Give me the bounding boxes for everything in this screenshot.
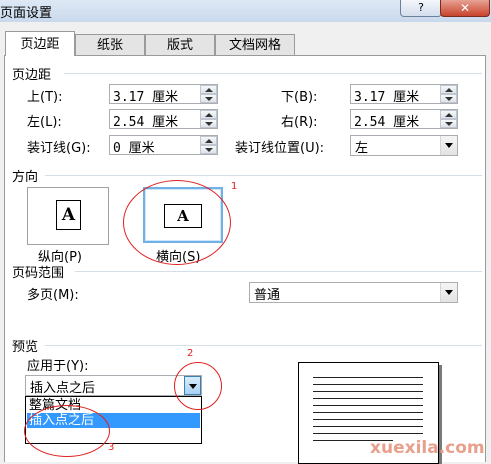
spin-down-icon[interactable]: [440, 94, 457, 103]
bottom-margin-spinner[interactable]: 3.17 厘米: [350, 84, 458, 105]
right-margin-label: 右(R):: [281, 115, 318, 130]
right-margin-spinner[interactable]: 2.54 厘米: [350, 109, 458, 130]
annotation-number-1: 1: [231, 181, 238, 192]
bottom-margin-label: 下(B):: [281, 90, 318, 105]
tab-layout[interactable]: 版式: [145, 34, 215, 55]
pages-group-title: 页码范围: [12, 266, 65, 281]
spin-down-icon[interactable]: [200, 94, 217, 103]
gutter-position-select[interactable]: 左: [350, 135, 458, 156]
group-divider: [45, 175, 482, 176]
preview-text-line: [313, 398, 423, 399]
preview-text-line: [313, 426, 423, 427]
spin-down-icon[interactable]: [440, 119, 457, 128]
spin-up-icon[interactable]: [200, 136, 217, 145]
multiple-pages-value: 普通: [254, 288, 281, 303]
tab-document-grid[interactable]: 文档网格: [215, 34, 295, 55]
left-margin-spinner[interactable]: 2.54 厘米: [109, 109, 218, 130]
chevron-down-icon[interactable]: [440, 136, 457, 155]
right-margin-value: 2.54 厘米: [354, 115, 420, 130]
group-divider: [64, 73, 482, 74]
spin-up-icon[interactable]: [440, 85, 457, 94]
preview-text-line: [313, 412, 423, 413]
annotation-ellipse-1: [123, 180, 231, 265]
tab-margins[interactable]: 页边距: [5, 31, 75, 56]
margins-group-title: 页边距: [12, 68, 52, 83]
apply-to-label: 应用于(Y):: [27, 359, 89, 374]
preview-text-line: [313, 419, 423, 420]
preview-text-line: [313, 433, 423, 434]
top-margin-spinner[interactable]: 3.17 厘米: [109, 84, 218, 105]
dialog-title: 页面设置: [0, 6, 53, 21]
spin-up-icon[interactable]: [200, 85, 217, 94]
preview-text-line: [313, 391, 423, 392]
spin-down-icon[interactable]: [200, 145, 217, 154]
bottom-margin-value: 3.17 厘米: [354, 90, 420, 105]
group-divider: [75, 271, 482, 272]
multiple-pages-label: 多页(M):: [27, 288, 79, 303]
annotation-ellipse-3: [24, 405, 110, 457]
chevron-down-icon[interactable]: [440, 283, 457, 302]
annotation-number-3: 3: [108, 442, 115, 453]
group-divider: [45, 345, 482, 346]
preview-text-line: [313, 405, 423, 406]
orientation-group-title: 方向: [12, 170, 39, 185]
preview-group-title: 预览: [12, 340, 39, 355]
spin-up-icon[interactable]: [440, 110, 457, 119]
multiple-pages-select[interactable]: 普通: [249, 282, 458, 303]
left-margin-label: 左(L):: [27, 115, 62, 130]
help-button[interactable]: ?: [400, 0, 442, 17]
watermark: xuexila.com: [370, 438, 485, 458]
top-margin-value: 3.17 厘米: [113, 90, 179, 105]
preview-text-line: [313, 377, 423, 378]
portrait-option[interactable]: A: [27, 187, 109, 245]
portrait-page-icon: A: [56, 200, 81, 230]
preview-text-line: [313, 384, 423, 385]
gutter-value: 0 厘米: [113, 141, 155, 156]
top-margin-label: 上(T):: [27, 90, 63, 105]
apply-to-value: 插入点之后: [30, 381, 96, 396]
close-button[interactable]: ✕: [440, 0, 490, 17]
spin-down-icon[interactable]: [200, 119, 217, 128]
left-margin-value: 2.54 厘米: [113, 115, 179, 130]
tab-paper[interactable]: 纸张: [75, 34, 145, 55]
gutter-position-value: 左: [355, 141, 369, 156]
spin-up-icon[interactable]: [200, 110, 217, 119]
gutter-spinner[interactable]: 0 厘米: [109, 135, 218, 156]
gutter-position-label: 装订线位置(U):: [235, 141, 325, 156]
annotation-number-2: 2: [187, 348, 194, 359]
gutter-label: 装订线(G):: [27, 141, 91, 156]
annotation-ellipse-2: [174, 362, 222, 410]
